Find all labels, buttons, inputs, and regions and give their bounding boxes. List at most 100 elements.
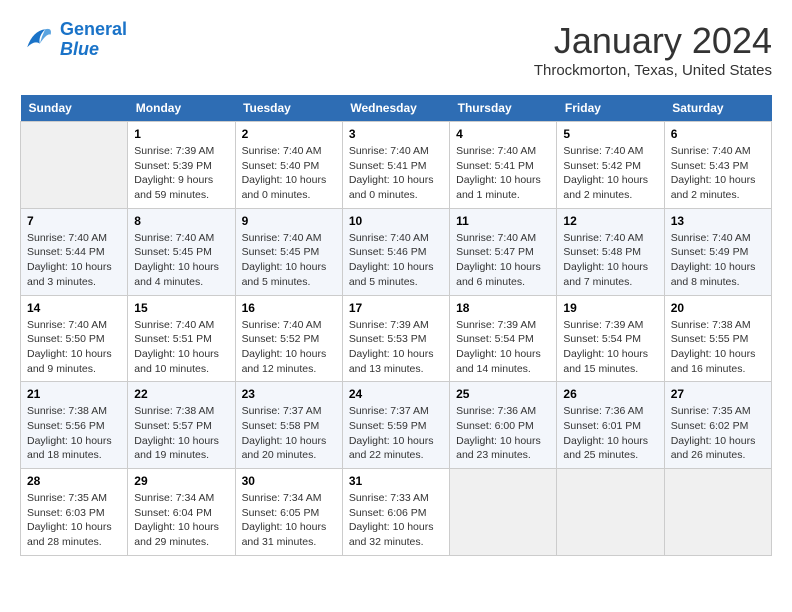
day-info: Sunrise: 7:34 AMSunset: 6:05 PMDaylight:… [242, 491, 336, 550]
sunset: Sunset: 5:56 PM [27, 419, 121, 434]
day-info: Sunrise: 7:40 AMSunset: 5:51 PMDaylight:… [134, 318, 228, 377]
sunset: Sunset: 6:04 PM [134, 506, 228, 521]
day-number: 26 [563, 387, 657, 401]
day-info: Sunrise: 7:40 AMSunset: 5:52 PMDaylight:… [242, 318, 336, 377]
calendar-cell [21, 122, 128, 209]
day-number: 8 [134, 214, 228, 228]
day-info: Sunrise: 7:38 AMSunset: 5:57 PMDaylight:… [134, 404, 228, 463]
day-info: Sunrise: 7:33 AMSunset: 6:06 PMDaylight:… [349, 491, 443, 550]
sunrise: Sunrise: 7:38 AM [27, 404, 121, 419]
header-day-sunday: Sunday [21, 95, 128, 122]
calendar-cell: 1 Sunrise: 7:39 AMSunset: 5:39 PMDaylight… [128, 122, 235, 209]
day-number: 1 [134, 127, 228, 141]
calendar-cell: 5Sunrise: 7:40 AMSunset: 5:42 PMDaylight… [557, 122, 664, 209]
sunset: Sunset: 5:55 PM [671, 332, 765, 347]
day-number: 14 [27, 301, 121, 315]
day-info: Sunrise: 7:40 AMSunset: 5:40 PMDaylight:… [242, 144, 336, 203]
sunrise: Sunrise: 7:39 AM [349, 318, 443, 333]
sunset: Sunset: 5:48 PM [563, 245, 657, 260]
day-info: Sunrise: 7:40 AMSunset: 5:45 PMDaylight:… [134, 231, 228, 290]
sunrise: Sunrise: 7:40 AM [563, 144, 657, 159]
day-number: 15 [134, 301, 228, 315]
calendar-cell: 19Sunrise: 7:39 AMSunset: 5:54 PMDayligh… [557, 295, 664, 382]
sunrise: Sunrise: 7:39 AM [456, 318, 550, 333]
calendar-cell: 3Sunrise: 7:40 AMSunset: 5:41 PMDaylight… [342, 122, 449, 209]
day-number: 2 [242, 127, 336, 141]
daylight: Daylight: 10 hours and 22 minutes. [349, 434, 443, 463]
sunrise: Sunrise: 7:40 AM [27, 231, 121, 246]
calendar-cell: 2 Sunrise: 7:40 AMSunset: 5:40 PMDaylight… [235, 122, 342, 209]
day-info: Sunrise: 7:40 AMSunset: 5:45 PMDaylight:… [242, 231, 336, 290]
day-number: 6 [671, 127, 765, 141]
daylight: Daylight: 10 hours and 29 minutes. [134, 520, 228, 549]
daylight: Daylight: 9 hours and 59 minutes. [134, 173, 228, 202]
logo-general: General [60, 19, 127, 39]
sunrise: Sunrise: 7:39 AM [563, 318, 657, 333]
sunset: Sunset: 5:45 PM [242, 245, 336, 260]
calendar-cell: 27Sunrise: 7:35 AMSunset: 6:02 PMDayligh… [664, 382, 771, 469]
day-number: 10 [349, 214, 443, 228]
calendar-cell: 28Sunrise: 7:35 AMSunset: 6:03 PMDayligh… [21, 469, 128, 556]
calendar-cell: 15 Sunrise: 7:40 AMSunset: 5:51 PMDayligh… [128, 295, 235, 382]
daylight: Daylight: 10 hours and 31 minutes. [242, 520, 336, 549]
day-info: Sunrise: 7:35 AMSunset: 6:03 PMDaylight:… [27, 491, 121, 550]
sunrise: Sunrise: 7:37 AM [242, 404, 336, 419]
day-info: Sunrise: 7:40 AMSunset: 5:41 PMDaylight:… [456, 144, 550, 203]
header-day-wednesday: Wednesday [342, 95, 449, 122]
calendar-cell: 21 Sunrise: 7:38 AMSunset: 5:56 PMDayligh… [21, 382, 128, 469]
calendar-table: SundayMondayTuesdayWednesdayThursdayFrid… [20, 95, 772, 556]
sunset: Sunset: 5:39 PM [134, 159, 228, 174]
calendar-week-row: 21Sunrise: 7:38 AMSunset: 5:56 PMDayligh… [21, 382, 772, 469]
calendar-cell: 14Sunrise: 7:40 AMSunset: 5:50 PMDayligh… [21, 295, 128, 382]
daylight: Daylight: 10 hours and 13 minutes. [349, 347, 443, 376]
day-info: Sunrise: 7:40 AMSunset: 5:44 PMDaylight:… [27, 231, 121, 290]
calendar-cell: 7Sunrise: 7:40 AMSunset: 5:44 PMDaylight… [21, 208, 128, 295]
sunrise: Sunrise: 7:40 AM [242, 318, 336, 333]
sunset: Sunset: 5:49 PM [671, 245, 765, 260]
day-number: 23 [242, 387, 336, 401]
calendar-subtitle: Throckmorton, Texas, United States [534, 62, 772, 79]
sunset: Sunset: 5:47 PM [456, 245, 550, 260]
sunset: Sunset: 6:01 PM [563, 419, 657, 434]
sunset: Sunset: 5:54 PM [456, 332, 550, 347]
sunset: Sunset: 5:58 PM [242, 419, 336, 434]
calendar-week-row: 1 Sunrise: 7:39 AMSunset: 5:39 PMDaylight… [21, 122, 772, 209]
daylight: Daylight: 10 hours and 18 minutes. [27, 434, 121, 463]
sunrise: Sunrise: 7:40 AM [671, 144, 765, 159]
calendar-cell: 22Sunrise: 7:38 AMSunset: 5:57 PMDayligh… [128, 382, 235, 469]
day-number: 21 [27, 387, 121, 401]
day-info: Sunrise: 7:38 AMSunset: 5:55 PMDaylight:… [671, 318, 765, 377]
day-number: 19 [563, 301, 657, 315]
day-info: Sunrise: 7:40 AMSunset: 5:46 PMDaylight:… [349, 231, 443, 290]
daylight: Daylight: 10 hours and 19 minutes. [134, 434, 228, 463]
daylight: Daylight: 10 hours and 3 minutes. [27, 260, 121, 289]
day-number: 16 [242, 301, 336, 315]
day-number: 27 [671, 387, 765, 401]
sunrise: Sunrise: 7:39 AM [134, 144, 228, 159]
calendar-cell: 17Sunrise: 7:39 AMSunset: 5:53 PMDayligh… [342, 295, 449, 382]
calendar-cell: 29Sunrise: 7:34 AMSunset: 6:04 PMDayligh… [128, 469, 235, 556]
daylight: Daylight: 10 hours and 8 minutes. [671, 260, 765, 289]
calendar-cell: 12Sunrise: 7:40 AMSunset: 5:48 PMDayligh… [557, 208, 664, 295]
day-info: Sunrise: 7:40 AMSunset: 5:43 PMDaylight:… [671, 144, 765, 203]
sunrise: Sunrise: 7:38 AM [134, 404, 228, 419]
sunset: Sunset: 6:06 PM [349, 506, 443, 521]
sunrise: Sunrise: 7:34 AM [242, 491, 336, 506]
calendar-header-row: SundayMondayTuesdayWednesdayThursdayFrid… [21, 95, 772, 122]
page-header: General Blue January 2024 Throckmorton, … [20, 20, 772, 79]
sunrise: Sunrise: 7:40 AM [134, 318, 228, 333]
calendar-cell: 4Sunrise: 7:40 AMSunset: 5:41 PMDaylight… [450, 122, 557, 209]
daylight: Daylight: 10 hours and 12 minutes. [242, 347, 336, 376]
sunrise: Sunrise: 7:37 AM [349, 404, 443, 419]
daylight: Daylight: 10 hours and 28 minutes. [27, 520, 121, 549]
daylight: Daylight: 10 hours and 14 minutes. [456, 347, 550, 376]
calendar-cell: 18Sunrise: 7:39 AMSunset: 5:54 PMDayligh… [450, 295, 557, 382]
header-day-friday: Friday [557, 95, 664, 122]
calendar-cell: 16 Sunrise: 7:40 AMSunset: 5:52 PMDayligh… [235, 295, 342, 382]
day-info: Sunrise: 7:40 AMSunset: 5:41 PMDaylight:… [349, 144, 443, 203]
sunrise: Sunrise: 7:33 AM [349, 491, 443, 506]
daylight: Daylight: 10 hours and 9 minutes. [27, 347, 121, 376]
day-info: Sunrise: 7:40 AMSunset: 5:48 PMDaylight:… [563, 231, 657, 290]
day-info: Sunrise: 7:39 AMSunset: 5:53 PMDaylight:… [349, 318, 443, 377]
calendar-week-row: 14Sunrise: 7:40 AMSunset: 5:50 PMDayligh… [21, 295, 772, 382]
